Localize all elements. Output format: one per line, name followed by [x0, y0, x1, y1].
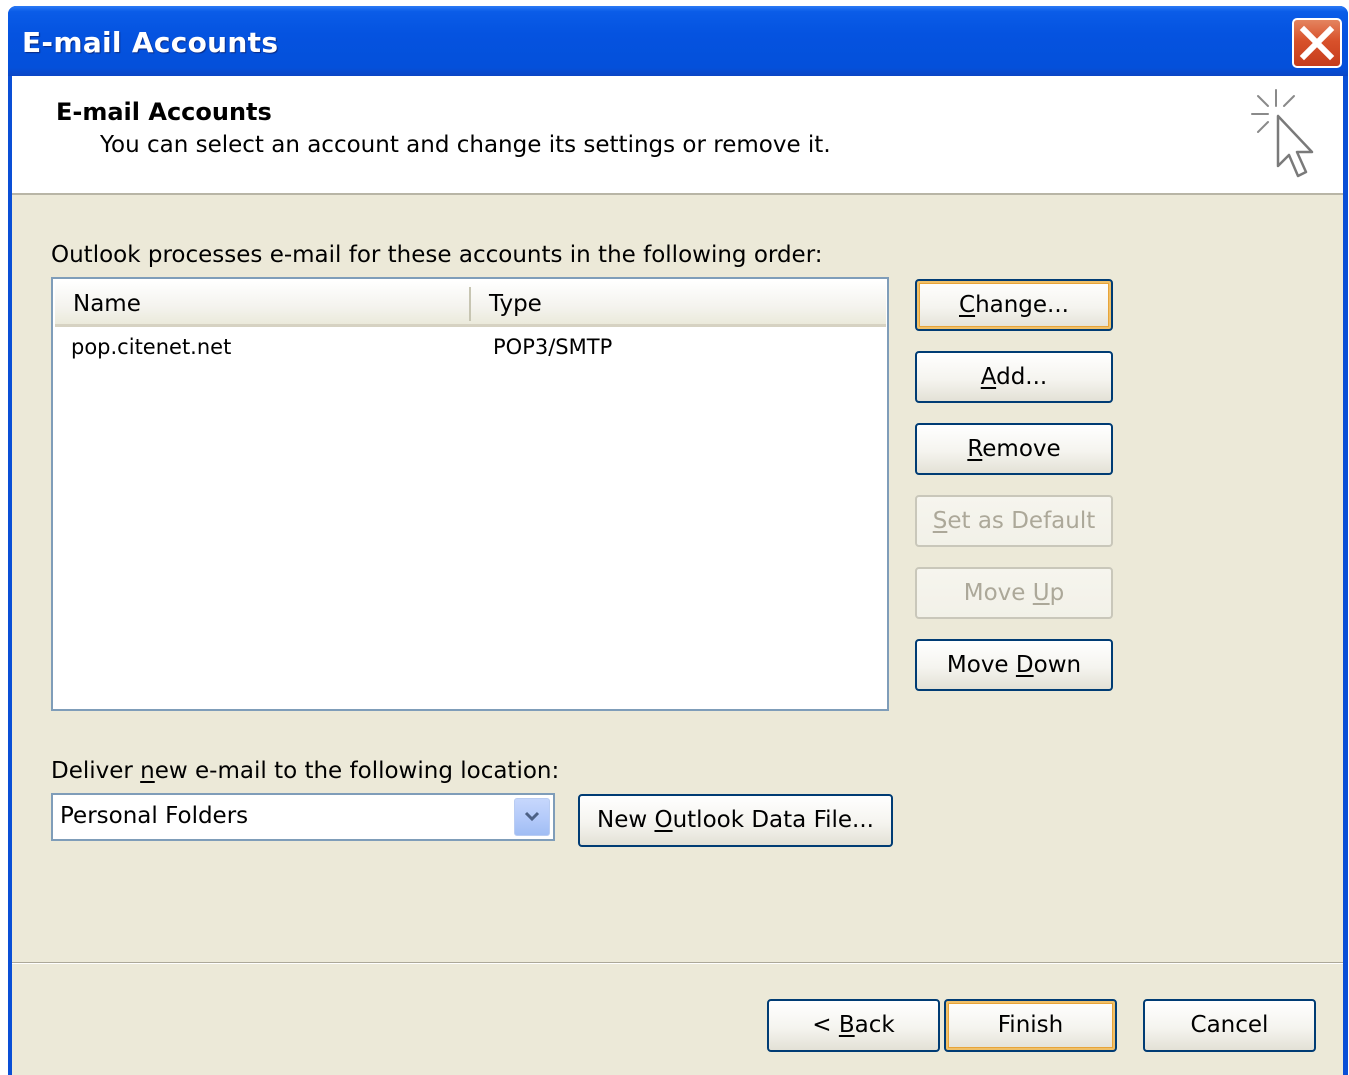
new-outlook-data-file-button[interactable]: New Outlook Data File...	[578, 794, 893, 847]
account-name: pop.citenet.net	[71, 335, 232, 359]
wizard-header: E-mail Accounts You can select an accoun…	[12, 76, 1343, 195]
deliver-location-label: Deliver new e-mail to the following loca…	[51, 758, 560, 784]
account-type: POP3/SMTP	[493, 335, 613, 359]
footer-divider	[12, 962, 1343, 964]
dialog-client-area: E-mail Accounts You can select an accoun…	[12, 76, 1343, 1075]
set-as-default-button[interactable]: Set as Default	[915, 495, 1113, 547]
column-header-name[interactable]: Name	[73, 291, 141, 317]
delivery-location-select[interactable]: Personal Folders	[51, 793, 555, 841]
cancel-button[interactable]: Cancel	[1143, 999, 1316, 1052]
move-down-button[interactable]: Move Down	[915, 639, 1113, 691]
finish-button[interactable]: Finish	[944, 999, 1117, 1052]
title-bar[interactable]: E-mail Accounts	[8, 6, 1348, 76]
remove-button[interactable]: Remove	[915, 423, 1113, 475]
dropdown-button[interactable]	[514, 798, 550, 836]
close-button[interactable]	[1292, 18, 1342, 68]
list-header: Name Type	[55, 281, 886, 327]
header-title: E-mail Accounts	[56, 98, 272, 126]
window-title: E-mail Accounts	[22, 26, 279, 59]
email-accounts-window: E-mail Accounts E-mail Accounts You can …	[8, 6, 1348, 1075]
change-button[interactable]: Change...	[915, 279, 1113, 331]
column-header-type[interactable]: Type	[489, 291, 542, 317]
accounts-order-label: Outlook processes e-mail for these accou…	[51, 242, 823, 268]
wizard-cursor-icon	[1246, 86, 1326, 190]
list-item[interactable]: pop.citenet.net POP3/SMTP	[53, 335, 887, 367]
selected-location: Personal Folders	[60, 803, 249, 829]
back-button[interactable]: < Back	[767, 999, 940, 1052]
column-divider[interactable]	[469, 287, 471, 321]
accounts-list[interactable]: Name Type pop.citenet.net POP3/SMTP	[51, 277, 889, 711]
move-up-button[interactable]: Move Up	[915, 567, 1113, 619]
add-button[interactable]: Add...	[915, 351, 1113, 403]
header-subtitle: You can select an account and change its…	[100, 132, 831, 158]
